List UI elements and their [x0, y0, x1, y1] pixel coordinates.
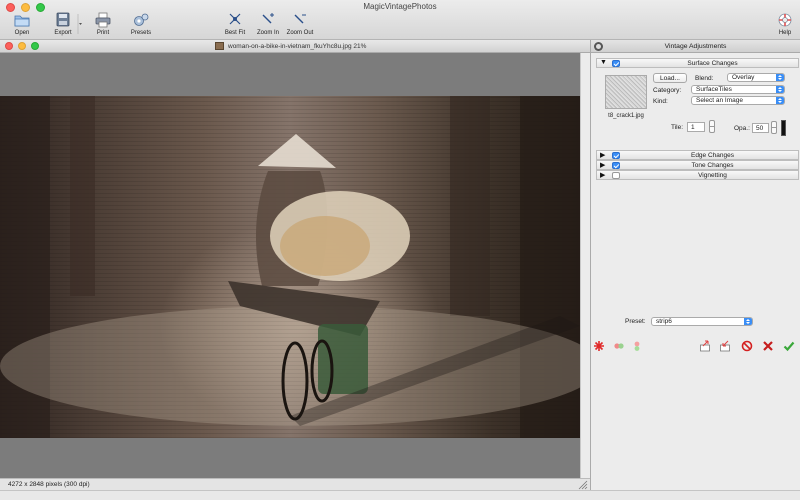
preset-label: Preset: — [625, 318, 646, 325]
best-fit-icon — [229, 13, 241, 25]
open-button[interactable]: Open — [0, 12, 44, 36]
category-value: SurfaceTiles — [696, 86, 732, 93]
section-label: Vignetting — [698, 172, 727, 179]
section-label: Surface Changes — [687, 60, 738, 67]
texture-thumbnail[interactable] — [605, 75, 647, 109]
opacity-input[interactable]: 50 — [752, 123, 769, 133]
category-select[interactable]: SurfaceTiles — [691, 85, 785, 94]
app-title: MagicVintagePhotos — [363, 2, 437, 11]
import-preset-icon[interactable] — [719, 340, 731, 352]
panel-toggle-icon[interactable] — [594, 42, 603, 51]
panel-title: Vintage Adjustments — [664, 43, 727, 50]
resize-grip-icon[interactable] — [577, 480, 588, 490]
random-effect-icon[interactable] — [593, 340, 605, 352]
random-mix-icon[interactable] — [613, 340, 625, 352]
document-title: woman-on-a-bike-in-vietnam_fkuYhc8u.jpg … — [215, 42, 366, 50]
open-label: Open — [14, 30, 30, 36]
blend-select[interactable]: Overlay — [727, 73, 785, 82]
tile-label: Tile: — [671, 124, 684, 131]
opacity-label: Opa.: — [734, 125, 750, 132]
category-select-arrow-icon — [776, 86, 784, 93]
export-label: Export — [54, 30, 72, 36]
window-bottom-edge — [0, 490, 800, 500]
section-surface-changes[interactable]: ▼ Surface Changes — [596, 58, 799, 68]
tile-stepper[interactable] — [709, 120, 715, 133]
kind-value: Select an Image — [696, 97, 743, 104]
print-label: Print — [96, 30, 110, 36]
presets-gear-icon — [134, 13, 149, 26]
image-canvas[interactable] — [0, 53, 580, 478]
vintage-adjustments-panel: Vintage Adjustments ▼ Surface Changes t8… — [590, 40, 800, 490]
random-variation-icon[interactable] — [631, 340, 643, 352]
photo-preview — [0, 96, 580, 438]
status-bar: 4272 x 2848 pixels (300 dpi) — [0, 478, 590, 490]
export-preset-icon[interactable] — [699, 340, 711, 352]
zoom-in-label: Zoom In — [256, 30, 279, 36]
surface-changes-checkbox[interactable] — [612, 60, 620, 67]
blend-label: Blend: — [695, 75, 714, 82]
close-document-button[interactable] — [5, 42, 13, 50]
tone-changes-checkbox[interactable] — [612, 162, 620, 169]
image-file-icon — [215, 42, 224, 50]
zoom-in-icon — [262, 13, 274, 24]
kind-label: Kind: — [653, 98, 668, 105]
presets-label: Presets — [130, 30, 152, 36]
section-label: Edge Changes — [690, 152, 734, 159]
presets-button[interactable]: Presets — [119, 12, 163, 36]
section-tone-changes[interactable]: ▶ Tone Changes — [596, 160, 799, 170]
disclosure-expanded-icon[interactable]: ▼ — [600, 59, 607, 66]
document-window-controls — [5, 42, 39, 50]
folder-icon — [14, 15, 30, 27]
canvas-vertical-scrollbar[interactable] — [580, 53, 590, 478]
image-dimensions: 4272 x 2848 pixels (300 dpi) — [8, 481, 90, 488]
panel-header: Vintage Adjustments — [591, 40, 800, 53]
kind-select[interactable]: Select an Image — [691, 96, 785, 105]
edge-changes-checkbox[interactable] — [612, 152, 620, 159]
section-label: Tone Changes — [691, 162, 734, 169]
photo-scene — [0, 96, 580, 438]
zoom-out-icon — [294, 14, 306, 24]
help-button[interactable]: Help — [763, 12, 800, 36]
document-title-text: woman-on-a-bike-in-vietnam_fkuYhc8u.jpg … — [228, 42, 367, 50]
blend-value: Overlay — [732, 74, 755, 81]
kind-select-arrow-icon — [776, 97, 784, 104]
document-titlebar: woman-on-a-bike-in-vietnam_fkuYhc8u.jpg … — [0, 40, 590, 53]
texture-file-name: t8_crack1.jpg — [608, 113, 644, 119]
disclosure-collapsed-icon[interactable]: ▶ — [600, 171, 605, 179]
help-lifebuoy-icon — [778, 13, 792, 27]
help-label: Help — [778, 30, 792, 36]
section-edge-changes[interactable]: ▶ Edge Changes — [596, 150, 799, 160]
reset-icon[interactable] — [762, 340, 774, 352]
preset-value: strip6 — [656, 318, 672, 325]
opacity-slider[interactable] — [781, 120, 786, 136]
opacity-stepper[interactable] — [771, 121, 777, 134]
disclosure-collapsed-icon[interactable]: ▶ — [600, 151, 605, 159]
minimize-document-button[interactable] — [18, 42, 26, 50]
window-toolbar: MagicVintagePhotos Open Export Print Pre… — [0, 0, 800, 40]
best-fit-label: Best Fit — [224, 30, 246, 36]
apply-checkmark-icon[interactable] — [783, 340, 795, 352]
preset-select[interactable]: strip6 — [651, 317, 753, 326]
category-label: Category: — [653, 87, 682, 94]
printer-icon — [95, 12, 111, 28]
load-texture-button[interactable]: Load... — [653, 73, 687, 83]
blend-select-arrow-icon — [776, 74, 784, 81]
vignetting-checkbox[interactable] — [612, 172, 620, 179]
zoom-document-button[interactable] — [31, 42, 39, 50]
disclosure-collapsed-icon[interactable]: ▶ — [600, 161, 605, 169]
tile-input[interactable]: 1 — [687, 122, 705, 132]
cancel-icon[interactable] — [741, 340, 753, 352]
disk-icon — [56, 12, 70, 27]
zoom-out-label: Zoom Out — [286, 30, 314, 36]
preset-select-arrow-icon — [744, 318, 752, 325]
section-vignetting[interactable]: ▶ Vignetting — [596, 170, 799, 180]
zoom-out-button[interactable]: Zoom Out — [278, 12, 322, 36]
